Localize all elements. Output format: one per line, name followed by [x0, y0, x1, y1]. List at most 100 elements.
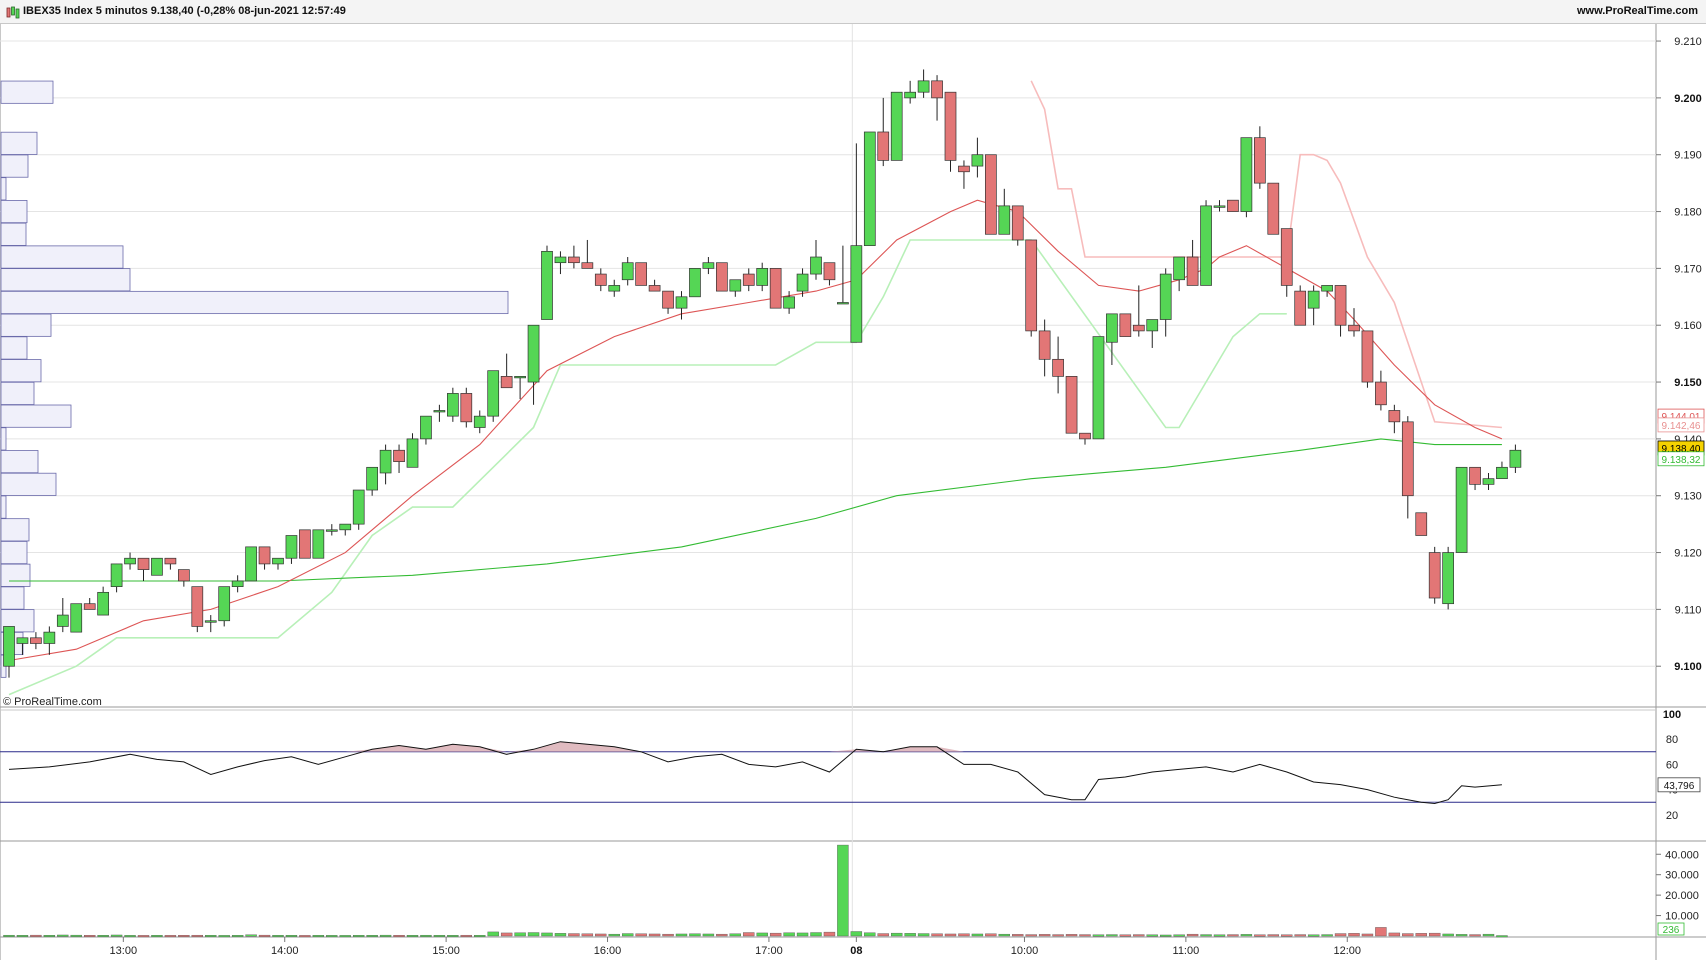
volume-bar	[353, 935, 365, 937]
candle-down	[1415, 512, 1428, 536]
candle-body	[1240, 137, 1253, 212]
price-tick-label: 9.210	[1674, 36, 1702, 48]
volume-bar	[272, 935, 284, 937]
volume-bar	[648, 933, 661, 937]
candle-body	[729, 279, 742, 292]
volume-profile-bar	[0, 177, 7, 201]
volume-bar	[1254, 934, 1266, 937]
candle-body	[1106, 313, 1118, 343]
candle-body	[944, 91, 957, 161]
candle-down	[769, 268, 782, 309]
candle-down	[1025, 239, 1038, 337]
volume-bar	[285, 935, 298, 937]
volume-bar	[1092, 934, 1105, 937]
volume-bar	[1496, 935, 1508, 938]
candle-body	[1227, 199, 1239, 212]
candle-body	[1321, 285, 1333, 292]
candle-body	[568, 256, 580, 264]
volume-profile-bar	[0, 541, 28, 565]
volume-bar	[554, 933, 567, 937]
candle-body	[1469, 466, 1481, 485]
chart-app-icon	[6, 6, 20, 19]
candle-body	[1415, 512, 1428, 536]
candle-body	[904, 91, 917, 99]
candle-up	[245, 546, 257, 582]
volume-tick-label: 30.000	[1665, 870, 1699, 882]
volume-bar	[1281, 934, 1293, 937]
time-tick-label: 15:00	[432, 945, 460, 957]
candle-down	[1428, 546, 1441, 604]
candle-body	[1294, 290, 1307, 326]
candle-up	[218, 586, 231, 627]
volume-bar	[595, 933, 607, 937]
time-tick-label: 13:00	[110, 945, 138, 957]
candle-body	[1079, 432, 1091, 440]
volume-profile-bar	[0, 450, 39, 474]
candle-body	[433, 410, 446, 413]
candle-body	[810, 256, 822, 275]
volume-bar	[514, 932, 526, 937]
volume-bar	[1294, 934, 1306, 937]
volume-bar	[527, 932, 540, 937]
volume-profile-bar	[0, 268, 131, 292]
volume-tick-label: 20.000	[1665, 890, 1699, 902]
price-tick-label: 9.100	[1674, 661, 1702, 673]
volume-bar	[904, 933, 916, 937]
volume-bar	[1267, 934, 1280, 937]
volume-bar	[891, 932, 903, 937]
volume-bar	[1240, 934, 1253, 937]
candle-body	[1159, 273, 1172, 320]
volume-bar	[70, 934, 82, 937]
volume-bar	[97, 935, 109, 937]
site-link[interactable]: www.ProRealTime.com	[1577, 5, 1698, 17]
price-tick-label: 9.200	[1674, 93, 1702, 105]
panel-frames	[0, 24, 1706, 960]
candle-body	[1401, 421, 1414, 497]
candle-down	[1227, 199, 1239, 212]
candle-body	[1186, 256, 1199, 286]
volume-profile-bar	[0, 336, 28, 360]
volume-bar	[1361, 933, 1374, 937]
volume-bar	[1388, 932, 1401, 937]
candle-body	[110, 563, 123, 588]
candle-body	[1092, 336, 1105, 440]
volume-bar	[83, 935, 96, 937]
candle-body	[527, 324, 540, 383]
candle-body	[1173, 256, 1186, 281]
candle-body	[366, 466, 378, 491]
volume-bar	[944, 933, 957, 937]
candle-down	[984, 154, 997, 235]
volume-bar	[3, 934, 15, 937]
candle-body	[837, 302, 849, 305]
volume-bar	[756, 932, 768, 937]
volume-bar	[608, 933, 620, 937]
candle-up	[70, 603, 83, 633]
price-tick-label: 9.190	[1674, 150, 1702, 162]
chart-area[interactable]: 9.2109.2009.1909.1809.1709.1609.1509.140…	[0, 24, 1706, 960]
candle-body	[796, 273, 809, 292]
candle-up	[1092, 336, 1105, 440]
candle-body	[1253, 137, 1266, 184]
candle-down	[1361, 330, 1374, 388]
candle-body	[1280, 228, 1293, 286]
volume-bar	[1428, 932, 1441, 937]
candle-body	[823, 262, 836, 281]
volume-bar	[393, 935, 405, 937]
volume-bar	[850, 931, 863, 937]
volume-profile-bar	[0, 131, 38, 155]
time-tick-label: 11:00	[1173, 945, 1200, 957]
candle-body	[890, 91, 903, 161]
volume-profile-bar	[0, 381, 35, 405]
candle-down	[191, 586, 204, 633]
candle-body	[662, 290, 674, 309]
volume-bar	[1200, 934, 1212, 937]
volume-bar	[366, 935, 378, 937]
candle-body	[1428, 552, 1441, 599]
candle-body	[1334, 285, 1347, 326]
volume-bar	[1482, 933, 1495, 937]
volume-bar	[433, 935, 446, 937]
volume-bar	[675, 933, 688, 937]
candle-up	[890, 91, 903, 161]
candle-body	[299, 529, 311, 559]
volume-bar	[151, 935, 163, 937]
